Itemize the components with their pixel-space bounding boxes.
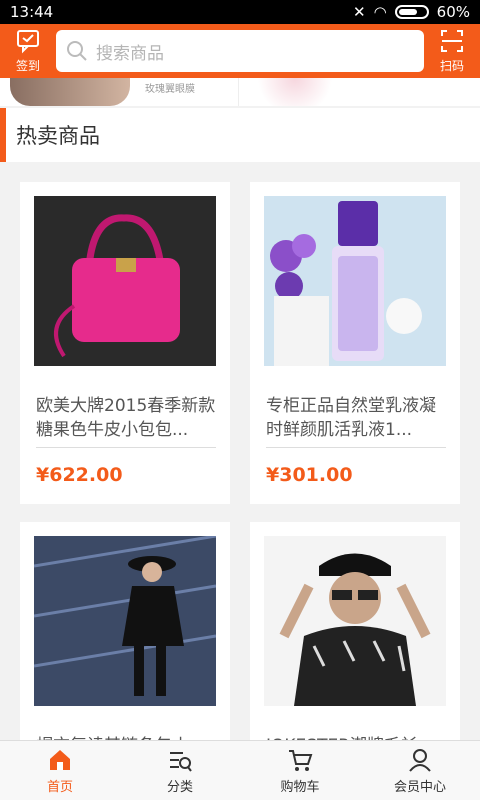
nav-item-cart[interactable]: 购物车	[240, 741, 360, 800]
nav-label: 购物车	[280, 779, 320, 795]
product-image	[264, 536, 446, 706]
nav-item-member[interactable]: 会员中心	[360, 741, 480, 800]
nav-label: 首页	[46, 779, 73, 795]
scan-button[interactable]: 扫码	[432, 25, 472, 77]
battery-icon	[394, 5, 429, 19]
category-icon	[170, 751, 192, 772]
cart-icon	[289, 749, 313, 771]
product-card[interactable]: 专柜正品自然堂乳液凝时鲜颜肌活乳液1... ¥301.00	[250, 182, 460, 504]
scan-icon	[441, 30, 463, 52]
section-title: 热卖商品	[0, 108, 480, 162]
nav-item-home[interactable]: 首页	[0, 741, 120, 800]
mute-icon: ✕	[352, 3, 366, 21]
search-icon	[67, 41, 87, 61]
product-card[interactable]: JOKESTER潮牌毛衫	[250, 522, 460, 756]
product-price: ¥301.00	[266, 464, 353, 486]
scan-label: 扫码	[439, 59, 464, 73]
wifi-icon: ◠	[373, 3, 387, 21]
nav-label: 会员中心	[393, 779, 446, 795]
nav-label: 分类	[166, 779, 193, 795]
product-image	[264, 196, 446, 366]
product-name: 欧美大牌2015春季新款糖果色牛皮小包包...	[36, 396, 216, 440]
nav-item-category[interactable]: 分类	[120, 741, 240, 800]
man-cap-sunglasses-icon	[264, 536, 446, 706]
battery-percent: 60%	[436, 3, 470, 21]
user-icon	[409, 748, 431, 772]
lotion-bottle-icon	[264, 196, 446, 366]
status-icons: ✕ ◠ 60%	[353, 3, 470, 21]
search-input[interactable]: 搜索商品	[56, 30, 424, 72]
pink-handbag-icon	[34, 196, 216, 366]
checkin-button[interactable]: 签到	[8, 25, 48, 77]
product-price: ¥622.00	[36, 464, 123, 486]
product-card[interactable]: 帽衣复读其链条包小	[20, 522, 230, 756]
banner-image-left	[10, 78, 130, 106]
home-icon	[50, 749, 70, 770]
product-image	[34, 196, 216, 366]
product-card[interactable]: 欧美大牌2015春季新款糖果色牛皮小包包... ¥622.00	[20, 182, 230, 504]
bottom-nav: 首页 分类 购物车 会员中心	[0, 740, 480, 800]
search-placeholder: 搜索商品	[96, 43, 164, 64]
banner-strip[interactable]: 玫瑰翼眼膜	[0, 78, 480, 106]
checkin-icon	[17, 30, 39, 54]
banner-caption: 玫瑰翼眼膜	[145, 84, 195, 95]
status-time: 13:44	[10, 3, 54, 21]
product-image	[34, 536, 216, 706]
banner-image-right	[250, 78, 340, 106]
checkin-label: 签到	[15, 59, 40, 73]
top-header: 签到 搜索商品 扫码	[0, 24, 480, 78]
product-name: 专柜正品自然堂乳液凝时鲜颜肌活乳液1...	[266, 396, 436, 440]
status-bar: 13:44 ✕ ◠ 60%	[0, 0, 480, 24]
woman-black-outfit-icon	[34, 536, 216, 706]
